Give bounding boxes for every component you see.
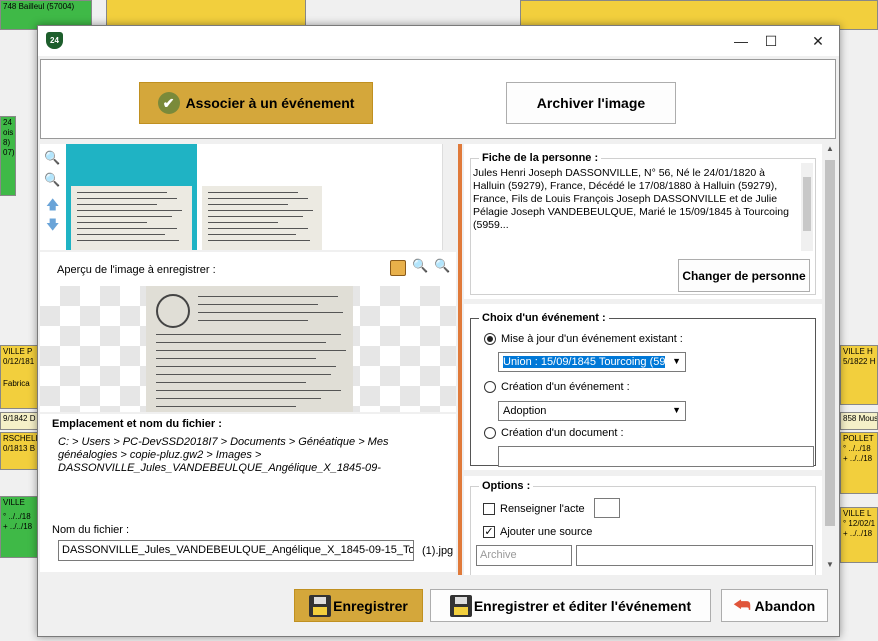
edit-image-icon[interactable] <box>390 260 406 276</box>
document-image <box>71 186 192 250</box>
person-panel: Fiche de la personne : Jules Henri Josep… <box>464 144 822 299</box>
tree-card[interactable]: 24 ois 8) 07) <box>0 116 16 196</box>
preview-label: Aperçu de l'image à enregistrer : <box>57 264 216 276</box>
save-button[interactable]: Enregistrer <box>294 589 423 622</box>
add-source-checkbox[interactable]: ✓ <box>483 526 495 538</box>
floppy-icon <box>449 594 472 617</box>
fill-act-label: Renseigner l'acte <box>500 503 585 515</box>
associate-event-button[interactable]: ✔ Associer à un événement <box>139 82 373 124</box>
radio-update-event[interactable] <box>484 333 496 345</box>
app-icon: 24 <box>46 32 63 49</box>
archive-image-button[interactable]: Archiver l'image <box>506 82 676 124</box>
archive-input[interactable]: Archive <box>476 545 572 566</box>
file-extension: (1).jpg <box>422 545 454 557</box>
tree-card[interactable]: VILLE H 5/1822 H <box>840 345 878 405</box>
title-bar[interactable]: 24 — ☐ ✕ <box>38 26 839 56</box>
scroll-up-icon[interactable]: ▲ <box>822 144 838 158</box>
zoom-out-icon[interactable]: 🔍 <box>44 172 60 188</box>
chevron-down-icon: ▼ <box>672 405 681 415</box>
image-dialog: 24 — ☐ ✕ ✔ Associer à un événement Archi… <box>37 25 840 637</box>
tree-card[interactable]: VILLE ° ../../18 + ../../18 <box>0 496 38 558</box>
minimize-button[interactable]: — <box>726 26 756 56</box>
filename-input[interactable]: DASSONVILLE_Jules_VANDEBEULQUE_Angélique… <box>58 540 414 561</box>
radio-create-event[interactable] <box>484 381 496 393</box>
options-group: Options : Renseigner l'acte ✓ Ajouter un… <box>470 480 816 575</box>
location-label: Emplacement et nom du fichier : <box>52 418 222 430</box>
scroll-down-icon[interactable]: ▼ <box>822 560 838 574</box>
cancel-button[interactable]: ⮪ Abandon <box>721 589 828 622</box>
event-choice-group: Choix d'un événement : Mise à jour d'un … <box>470 312 816 467</box>
preview-panel: Aperçu de l'image à enregistrer : 🔍 🔍 <box>40 252 456 412</box>
chevron-down-icon: ▼ <box>672 356 681 366</box>
preview-image <box>146 286 353 412</box>
source-input[interactable] <box>576 545 813 566</box>
event-choice-panel: Choix d'un événement : Mise à jour d'un … <box>464 304 822 470</box>
location-panel: Emplacement et nom du fichier : C: > Use… <box>40 414 456 572</box>
zoom-in-icon[interactable]: 🔍 <box>44 150 60 166</box>
arrow-up-icon[interactable]: 🡅 <box>46 196 59 218</box>
document-input[interactable] <box>498 446 814 467</box>
existing-event-select[interactable]: Union : 15/09/1845 Tourcoing (59 ▼ <box>498 352 686 372</box>
radio-create-document[interactable] <box>484 427 496 439</box>
tree-card[interactable]: 858 Mous <box>840 412 878 430</box>
radio-create-document-label: Création d'un document : <box>501 427 624 439</box>
radio-create-event-label: Création d'un événement : <box>501 381 630 393</box>
tree-card[interactable]: RSCHELI 0/1813 B <box>0 432 38 470</box>
check-icon: ✔ <box>157 92 180 114</box>
options-panel: Options : Renseigner l'acte ✓ Ajouter un… <box>464 476 822 575</box>
right-panel-scrollbar[interactable]: ▲ ▼ <box>822 144 838 575</box>
maximize-button[interactable]: ☐ <box>756 26 786 56</box>
top-actions-panel: ✔ Associer à un événement Archiver l'ima… <box>40 59 836 139</box>
close-button[interactable]: ✕ <box>803 26 833 56</box>
person-details-scrollbar[interactable] <box>801 163 813 251</box>
tree-card[interactable]: POLLET ° ../../18 + ../../18 <box>840 432 878 494</box>
zoom-out-icon[interactable]: 🔍 <box>434 258 450 274</box>
file-path: C: > Users > PC-DevSSD2018I7 > Documents… <box>58 436 389 476</box>
new-event-select[interactable]: Adoption ▼ <box>498 401 686 421</box>
fill-act-checkbox[interactable] <box>483 503 495 515</box>
radio-update-event-label: Mise à jour d'un événement existant : <box>501 333 683 345</box>
save-and-edit-button[interactable]: Enregistrer et éditer l'événement <box>430 589 711 622</box>
thumbnail-selected[interactable] <box>66 144 197 250</box>
act-input[interactable] <box>594 498 620 518</box>
floppy-icon <box>309 594 332 617</box>
thumbnail-image[interactable] <box>202 186 322 250</box>
thumbnail-scrollbar[interactable] <box>442 144 456 250</box>
tree-card[interactable]: 9/1842 D <box>0 412 38 430</box>
tree-card[interactable]: VILLE L ° 12/02/1 + ../../18 <box>840 507 878 563</box>
person-group: Fiche de la personne : Jules Henri Josep… <box>470 152 816 295</box>
tree-card[interactable]: VILLE P 0/12/181 Fabrica <box>0 345 38 409</box>
thumbnail-strip: 🔍 🔍 🡅 🡇 <box>40 144 456 250</box>
arrow-down-icon[interactable]: 🡇 <box>46 216 59 238</box>
panel-splitter[interactable] <box>458 144 462 575</box>
filename-label: Nom du fichier : <box>52 524 130 536</box>
preview-canvas[interactable] <box>40 286 456 412</box>
person-details: Jules Henri Joseph DASSONVILLE, N° 56, N… <box>473 167 789 231</box>
change-person-button[interactable]: Changer de personne <box>678 259 810 292</box>
add-source-label: Ajouter une source <box>500 526 593 538</box>
undo-arrow-icon: ⮪ <box>733 595 751 615</box>
zoom-in-icon[interactable]: 🔍 <box>412 258 428 274</box>
scroll-thumb[interactable] <box>825 160 835 526</box>
